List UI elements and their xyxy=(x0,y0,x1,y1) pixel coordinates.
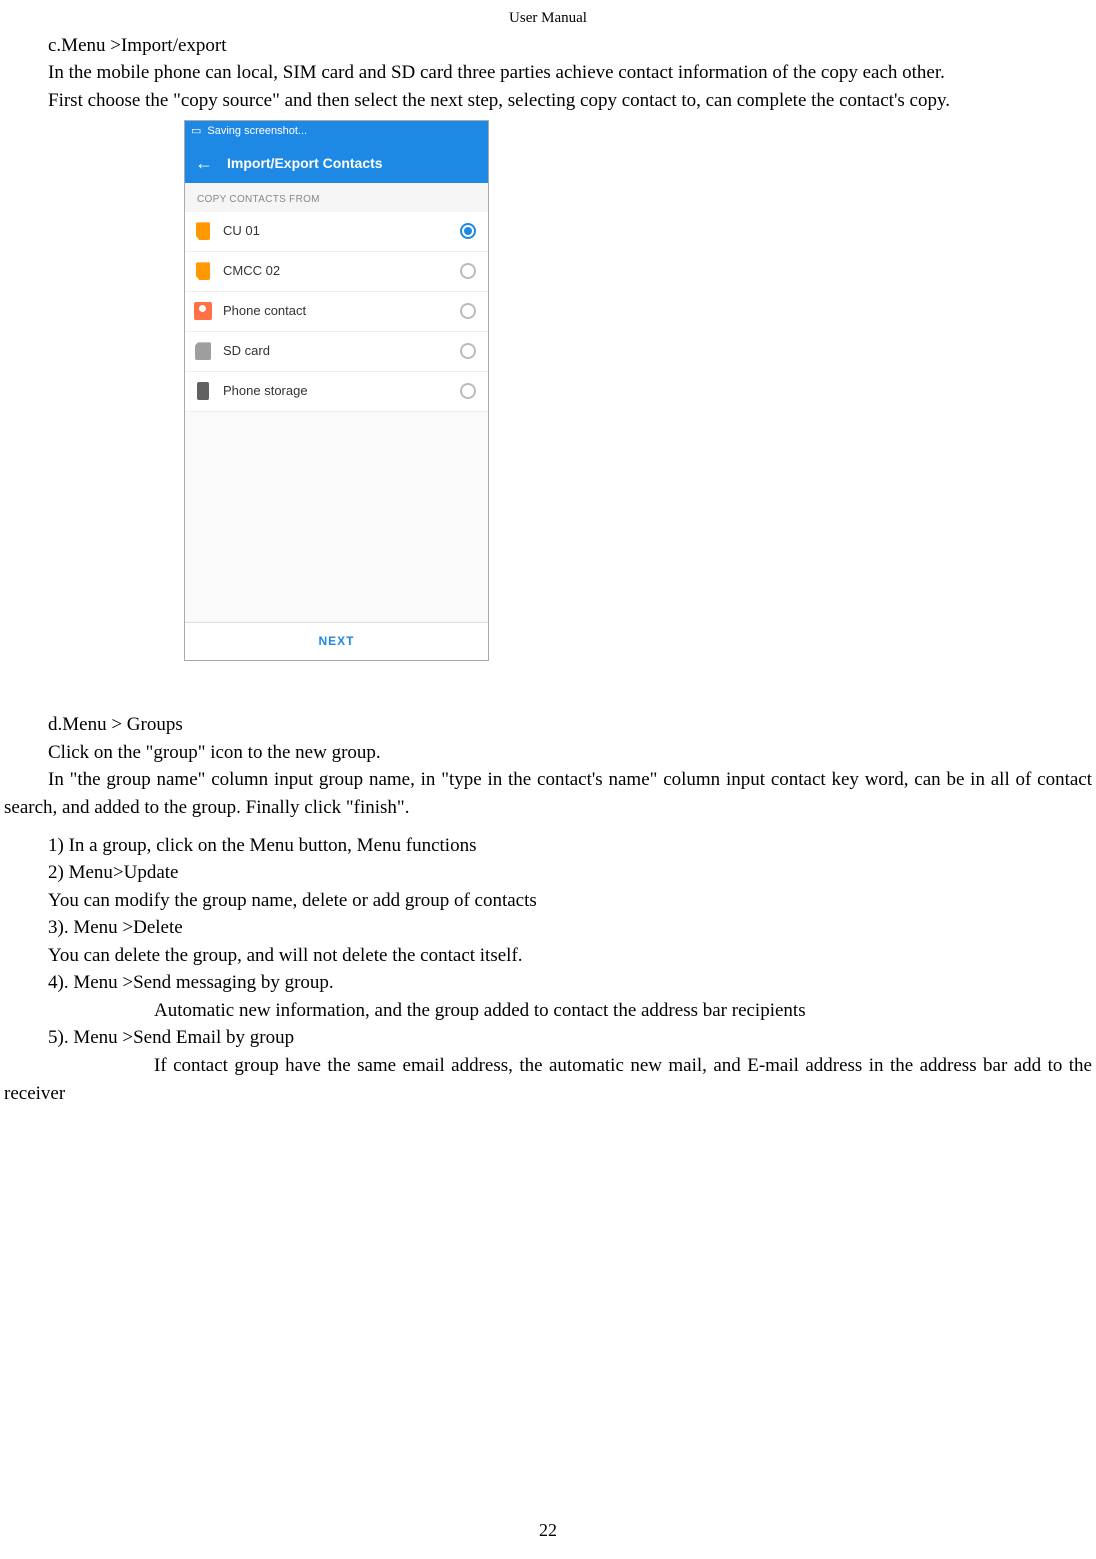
next-button[interactable]: NEXT xyxy=(185,622,488,660)
list-item-label: Phone contact xyxy=(223,302,450,321)
list-line-3b: You can delete the group, and will not d… xyxy=(4,942,1092,970)
list-item[interactable]: CMCC 02 xyxy=(185,252,488,292)
doc-header-title: User Manual xyxy=(0,0,1096,32)
back-arrow-icon[interactable]: ← xyxy=(195,154,213,172)
section-c-paragraph-2: First choose the "copy source" and then … xyxy=(4,87,1092,115)
screenshot-icon: ▭ xyxy=(191,124,201,140)
page-number: 22 xyxy=(0,1517,1096,1543)
radio-unselected[interactable] xyxy=(460,343,476,359)
contact-icon xyxy=(193,301,213,321)
phone-status-bar: ▭ Saving screenshot... xyxy=(185,121,488,143)
appbar-title: Import/Export Contacts xyxy=(227,153,383,173)
list-item[interactable]: SD card xyxy=(185,332,488,372)
section-d-title: d.Menu > Groups xyxy=(4,711,1092,739)
sim-icon xyxy=(193,221,213,241)
list-item[interactable]: Phone contact xyxy=(185,292,488,332)
sd-card-icon xyxy=(193,341,213,361)
list-line-3: 3). Menu >Delete xyxy=(4,914,1092,942)
list-item[interactable]: CU 01 xyxy=(185,212,488,252)
radio-selected[interactable] xyxy=(460,223,476,239)
list-line-2: 2) Menu>Update xyxy=(4,859,1092,887)
list-line-5: 5). Menu >Send Email by group xyxy=(4,1024,1092,1052)
radio-unselected[interactable] xyxy=(460,263,476,279)
list-line-2b: You can modify the group name, delete or… xyxy=(4,887,1092,915)
status-toast-text: Saving screenshot... xyxy=(207,124,307,140)
radio-unselected[interactable] xyxy=(460,383,476,399)
section-d-paragraph-2: In "the group name" column input group n… xyxy=(4,766,1092,821)
radio-unselected[interactable] xyxy=(460,303,476,319)
copy-source-list: CU 01 CMCC 02 Phone contact SD card xyxy=(185,212,488,412)
list-line-1: 1) In a group, click on the Menu button,… xyxy=(4,832,1092,860)
phone-app-bar: ← Import/Export Contacts xyxy=(185,143,488,183)
sim-icon xyxy=(193,261,213,281)
list-item-label: CMCC 02 xyxy=(223,262,450,281)
list-item[interactable]: Phone storage xyxy=(185,372,488,412)
page-body: c.Menu >Import/export In the mobile phon… xyxy=(0,32,1096,1107)
list-line-4: 4). Menu >Send messaging by group. xyxy=(4,969,1092,997)
phone-storage-icon xyxy=(193,381,213,401)
list-line-5b: If contact group have the same email add… xyxy=(4,1052,1092,1107)
section-c-title: c.Menu >Import/export xyxy=(4,32,1092,60)
list-item-label: Phone storage xyxy=(223,382,450,401)
list-item-label: CU 01 xyxy=(223,222,450,241)
list-item-label: SD card xyxy=(223,342,450,361)
list-line-4b: Automatic new information, and the group… xyxy=(4,997,1092,1025)
section-c-paragraph-1: In the mobile phone can local, SIM card … xyxy=(4,59,1092,87)
list-section-header: COPY CONTACTS FROM xyxy=(185,183,488,212)
section-d-paragraph-1: Click on the "group" icon to the new gro… xyxy=(4,739,1092,767)
phone-screenshot: ▭ Saving screenshot... ← Import/Export C… xyxy=(184,120,1092,661)
